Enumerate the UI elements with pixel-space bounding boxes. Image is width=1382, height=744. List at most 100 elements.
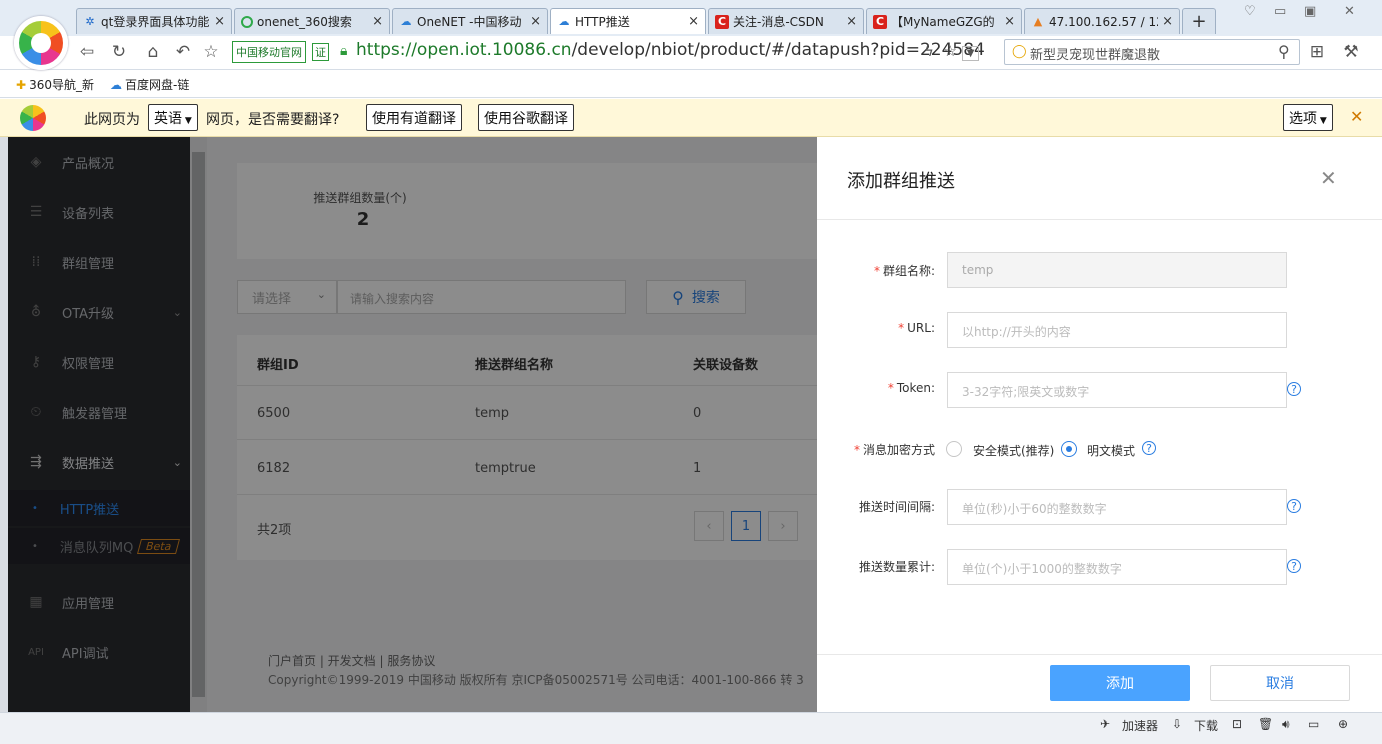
window-edge [0,137,8,712]
translate-options-button[interactable]: 选项 ▼ [1283,104,1333,131]
close-tab-icon[interactable]: × [1162,14,1173,29]
close-icon[interactable]: ✕ [1320,166,1337,190]
translate-prefix: 此网页为 [84,112,140,128]
close-tab-icon[interactable]: × [214,14,225,29]
youdao-translate-button[interactable]: 使用有道翻译 [366,104,462,131]
browser-logo-small [20,105,46,131]
close-tab-icon[interactable]: × [530,14,541,29]
divider [817,219,1382,220]
download-label[interactable]: 下载 [1194,717,1218,734]
dropdown-icon[interactable]: ▼ [961,46,980,61]
google-translate-button[interactable]: 使用谷歌翻译 [478,104,574,131]
lock-icon[interactable]: 🔒︎ [340,43,347,59]
cloud-icon: ☁ [558,15,570,28]
required-mark: * [898,321,905,335]
maximize-icon[interactable]: ▣ [1304,4,1316,19]
cert-badge[interactable]: 证 [312,43,329,61]
required-mark: * [887,381,894,395]
help-icon[interactable]: ? [1287,499,1301,513]
360-search-icon [241,15,253,28]
bookmarks-bar [0,70,1382,98]
caret-down-icon: ▼ [1317,116,1327,126]
group-name-label: * 群组名称: [873,264,935,278]
tab-phpmyadmin[interactable]: ▲ 47.100.162.57 / 12 × [1024,8,1180,34]
caret-down-icon: ▼ [182,116,192,126]
lightning-icon[interactable]: ϟ [924,42,934,60]
accelerator-label[interactable]: 加速器 [1122,717,1158,734]
add-button[interactable]: 添加 [1050,665,1190,701]
required-mark: * [853,443,860,457]
refresh-icon[interactable]: ↻ [108,42,130,62]
new-tab-button[interactable]: + [1182,8,1216,34]
close-icon[interactable]: ✕ [1350,107,1363,126]
radio-plain-mode[interactable] [1061,441,1077,457]
back-icon[interactable]: ⇦ [76,42,98,62]
translate-suffix: 网页，是否需要翻译? [206,112,340,128]
help-icon[interactable]: ? [1287,559,1301,573]
add-group-push-drawer [817,137,1382,712]
url-path: /develop/nbiot/product/#/datapush?pid=22… [571,40,985,60]
undo-icon[interactable]: ↶ [172,42,194,62]
360-search-icon: ◯ [1012,44,1027,59]
browser-logo[interactable] [14,16,68,70]
tools-icon[interactable]: ⚒ [1340,42,1362,62]
download-icon[interactable]: ⇩ [1172,717,1182,731]
plain-mode-label[interactable]: 明文模式 [1087,442,1135,459]
cloud-icon: ☁ [400,15,412,28]
skin-icon[interactable]: ♡ [1244,4,1256,19]
baidu-pan-icon: ☁ [110,77,122,92]
phpmyadmin-icon: ▲ [1033,15,1043,28]
close-window-icon[interactable]: ✕ [1344,4,1355,19]
help-icon[interactable]: ? [1142,441,1156,455]
language-select[interactable]: 英语 ▼ [148,104,198,131]
zoom-icon[interactable]: ⊕ [1338,717,1348,731]
sound-icon[interactable]: 🔊︎ [1282,717,1290,732]
trash-icon[interactable]: 🗑︎ [1258,717,1273,731]
screenshot-icon[interactable]: ⊡ [1232,717,1242,731]
close-tab-icon[interactable]: × [372,14,383,29]
close-tab-icon[interactable]: × [846,14,857,29]
url-field[interactable]: https://open.iot.10086.cn/develop/nbiot/… [356,40,985,60]
cancel-button[interactable]: 取消 [1210,665,1350,701]
token-label: * Token: [887,381,935,395]
close-tab-icon[interactable]: × [688,14,699,29]
url-label: * URL: [898,321,935,335]
home-icon[interactable]: ⌂ [142,42,164,62]
csdn-icon: C [873,14,887,29]
close-tab-icon[interactable]: × [1004,14,1015,29]
360-nav-icon: ✚ [16,77,27,92]
tab-qt-login[interactable]: ✲ qt登录界面具体功能 × [76,8,232,34]
count-label: 推送数量累计: [858,560,935,574]
cmcc-official-badge[interactable]: 中国移动官网 [232,41,306,63]
tab-csdn-blog[interactable]: C 【MyNameGZG的 × [866,8,1022,34]
address-bar-actions: ϟ ☆ ▼ [924,42,980,61]
gear-icon: ✲ [85,15,95,28]
divider [817,654,1382,655]
count-field[interactable]: 单位(个)小于1000的整数数字 [947,549,1287,585]
bookmark-baidu-pan[interactable]: ☁ 百度网盘-链 [110,76,189,93]
extensions-icon[interactable]: ⊞ [1306,42,1328,62]
safe-mode-label[interactable]: 安全模式(推荐) [973,442,1054,459]
tab-http-push[interactable]: ☁ HTTP推送 × [550,8,706,34]
bookmark-360[interactable]: ✚ 360导航_新 [16,76,94,93]
token-field[interactable]: 3-32字符;限英文或数字 [947,372,1287,408]
url-field[interactable]: 以http://开头的内容 [947,312,1287,348]
search-icon[interactable]: ⚲ [1278,42,1290,61]
csdn-icon: C [715,14,729,29]
minimize-icon[interactable]: ▭ [1274,4,1286,19]
favorite-star-icon[interactable]: ☆ [200,42,222,62]
interval-label: 推送时间间隔: [858,500,935,514]
group-name-field[interactable]: temp [947,252,1287,288]
tab-onenet-search[interactable]: onenet_360搜索 × [234,8,390,34]
tab-csdn-follow[interactable]: C 关注-消息-CSDN × [708,8,864,34]
interval-field[interactable]: 单位(秒)小于60的整数数字 [947,489,1287,525]
radio-safe-mode[interactable] [946,441,962,457]
encrypt-label: * 消息加密方式 [853,443,935,457]
monitor-icon[interactable]: ▭ [1308,717,1319,731]
accelerator-icon[interactable]: ✈ [1100,717,1110,731]
help-icon[interactable]: ? [1287,382,1301,396]
bookmark-star-icon[interactable]: ☆ [943,42,956,60]
modal-mask[interactable] [8,137,817,712]
tab-onenet[interactable]: ☁ OneNET -中国移动 × [392,8,548,34]
search-input[interactable]: 新型灵宠现世群魔退散 [1030,44,1160,63]
